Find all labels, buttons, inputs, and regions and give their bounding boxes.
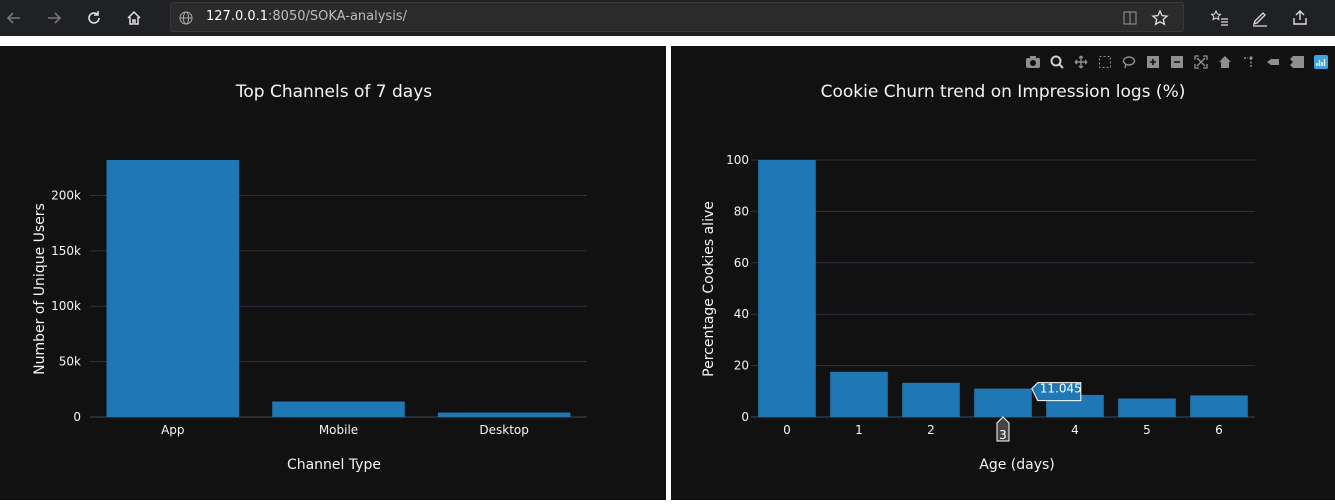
y-tick-label: 100k	[51, 299, 81, 313]
hover-x-text: 3	[999, 428, 1007, 442]
y-axis-label: Percentage Cookies alive	[701, 201, 717, 377]
y-tick-label: 80	[734, 204, 749, 218]
hover-value-text: 11.045	[1040, 382, 1082, 396]
zoom-icon[interactable]	[1047, 52, 1067, 72]
y-axis-label: Number of Unique Users	[32, 203, 48, 375]
x-axis-label: Channel Type	[287, 457, 381, 473]
bar[interactable]	[437, 412, 571, 417]
box-select-icon[interactable]	[1095, 52, 1115, 72]
plotly-logo-icon[interactable]	[1311, 52, 1331, 72]
camera-icon[interactable]	[1023, 52, 1043, 72]
chart-panel-cookie-churn: Cookie Churn trend on Impression logs (%…	[671, 46, 1335, 500]
bar[interactable]	[1190, 395, 1248, 417]
top-channels-chart[interactable]: Top Channels of 7 days 050k100k150k200k …	[0, 46, 666, 500]
y-tick-label: 0	[73, 410, 81, 424]
reader-view-icon[interactable]	[1121, 9, 1139, 27]
url-host: 127.0.0.1	[206, 9, 269, 24]
globe-icon	[179, 10, 193, 25]
browser-toolbar: 127.0.0.1:8050/SOKA-analysis/	[0, 0, 1335, 36]
spike-lines-icon[interactable]	[1239, 52, 1259, 72]
bar[interactable]	[758, 160, 816, 417]
y-tick-label: 60	[734, 256, 749, 270]
hover-compare-icon[interactable]	[1287, 52, 1307, 72]
x-tick-label: 4	[1071, 423, 1079, 437]
chart-title: Top Channels of 7 days	[235, 82, 432, 102]
y-tick-label: 150k	[51, 244, 81, 258]
x-tick-label: 5	[1143, 423, 1151, 437]
share-icon[interactable]	[1286, 4, 1314, 32]
y-tick-label: 40	[734, 307, 749, 321]
hover-x-label: 3	[996, 416, 1010, 442]
pen-icon[interactable]	[1246, 4, 1274, 32]
autoscale-icon[interactable]	[1191, 52, 1211, 72]
zoom-out-icon[interactable]	[1167, 52, 1187, 72]
y-tick-label: 100	[726, 153, 749, 167]
bar[interactable]	[272, 401, 405, 417]
star-icon[interactable]	[1149, 7, 1171, 29]
y-tick-label: 200k	[51, 188, 81, 202]
bar[interactable]	[1118, 398, 1176, 417]
zoom-in-icon[interactable]	[1143, 52, 1163, 72]
url-path: :8050/SOKA-analysis/	[268, 9, 407, 24]
address-url[interactable]: 127.0.0.1:8050/SOKA-analysis/	[206, 9, 407, 24]
address-bar[interactable]: 127.0.0.1:8050/SOKA-analysis/	[170, 2, 1184, 32]
cookie-churn-chart[interactable]: Cookie Churn trend on Impression logs (%…	[671, 46, 1335, 500]
x-tick-label: 1	[855, 423, 863, 437]
bar[interactable]	[106, 160, 240, 417]
y-tick-label: 20	[734, 359, 749, 373]
x-axis-label: Age (days)	[979, 457, 1055, 473]
x-tick-label: Mobile	[319, 423, 358, 437]
arrow-right-icon[interactable]	[40, 4, 68, 32]
pan-icon[interactable]	[1071, 52, 1091, 72]
home-icon[interactable]	[120, 4, 148, 32]
chart-panel-top-channels: Top Channels of 7 days 0 50k 100k 150k 200k …	[0, 46, 666, 500]
bar[interactable]	[902, 382, 960, 417]
x-tick-label: App	[161, 423, 184, 437]
lasso-icon[interactable]	[1119, 52, 1139, 72]
bar[interactable]	[974, 388, 1032, 417]
refresh-icon[interactable]	[80, 4, 108, 32]
chart-title: Cookie Churn trend on Impression logs (%…	[821, 82, 1186, 102]
y-tick-label: 50k	[59, 355, 81, 369]
x-tick-label: 6	[1215, 423, 1223, 437]
reset-axes-icon[interactable]	[1215, 52, 1235, 72]
x-tick-label: 0	[783, 423, 791, 437]
x-tick-label: Desktop	[479, 423, 529, 437]
y-tick-label: 0	[741, 410, 749, 424]
favorites-list-icon[interactable]	[1206, 4, 1234, 32]
bar[interactable]	[830, 371, 888, 417]
hover-closest-icon[interactable]	[1263, 52, 1283, 72]
arrow-left-icon[interactable]	[0, 4, 28, 32]
plotly-modebar	[1023, 52, 1331, 72]
hover-value-label: 11.045	[1031, 382, 1082, 402]
x-tick-label: 2	[927, 423, 935, 437]
